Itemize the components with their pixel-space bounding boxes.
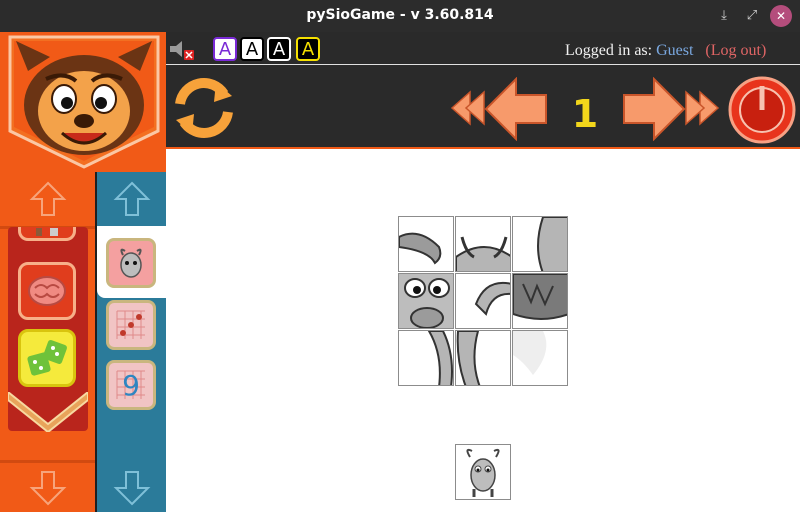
last-level-icon[interactable] (684, 90, 720, 126)
category-ribbon (8, 392, 88, 432)
category-scroll-up-icon[interactable] (0, 172, 95, 226)
first-level-icon[interactable] (450, 90, 486, 126)
goat-preview-icon (455, 444, 511, 500)
number-nine-icon[interactable]: 9 (106, 360, 156, 410)
mute-icon[interactable] (168, 38, 196, 62)
level-number: 1 (571, 92, 599, 136)
next-level-icon[interactable] (622, 76, 686, 142)
font-style-button[interactable]: A (213, 37, 237, 61)
reload-icon[interactable] (170, 74, 238, 142)
puzzle-piece[interactable] (512, 273, 568, 329)
close-icon[interactable]: ✕ (770, 5, 792, 27)
chess-icon[interactable] (18, 227, 76, 241)
logo-area (0, 32, 166, 172)
login-prefix: Logged in as: (565, 42, 653, 59)
puzzle-piece[interactable] (455, 330, 511, 386)
lion-logo-icon (8, 35, 160, 169)
puzzle-piece[interactable] (398, 330, 454, 386)
puzzle-piece[interactable] (512, 330, 568, 386)
category-scroll-down-icon[interactable] (0, 464, 95, 512)
puzzle-piece[interactable] (398, 273, 454, 329)
puzzle-piece[interactable] (512, 216, 568, 272)
puzzle-piece[interactable] (455, 273, 511, 329)
graph-icon[interactable] (106, 300, 156, 350)
username-link[interactable]: Guest (656, 42, 693, 59)
window-title: pySioGame - v 3.60.814 (306, 7, 494, 23)
download-icon[interactable]: ⤓ (714, 6, 734, 26)
login-status: Logged in as: Guest (Log out) (565, 42, 766, 60)
game-scroll-up-icon[interactable] (97, 172, 166, 226)
previous-level-icon[interactable] (484, 76, 548, 142)
title-bar: pySioGame - v 3.60.814 ⤓ ⤢ ✕ (0, 0, 800, 32)
power-icon[interactable] (728, 76, 796, 144)
font-style-button[interactable]: A (240, 37, 264, 61)
sidebar: 9 (0, 32, 166, 512)
brain-icon[interactable] (18, 262, 76, 320)
maximize-icon[interactable]: ⤢ (742, 6, 762, 26)
font-style-button[interactable]: A (267, 37, 291, 61)
puzzle-piece[interactable] (455, 216, 511, 272)
logout-link[interactable]: (Log out) (705, 42, 766, 59)
goat-icon[interactable] (106, 238, 156, 288)
font-style-button[interactable]: A (296, 37, 320, 61)
game-scroll-down-icon[interactable] (97, 464, 166, 512)
puzzle-piece[interactable] (398, 216, 454, 272)
svg-text:9: 9 (122, 369, 140, 402)
dice-icon[interactable] (18, 329, 76, 387)
puzzle-board (398, 216, 568, 386)
